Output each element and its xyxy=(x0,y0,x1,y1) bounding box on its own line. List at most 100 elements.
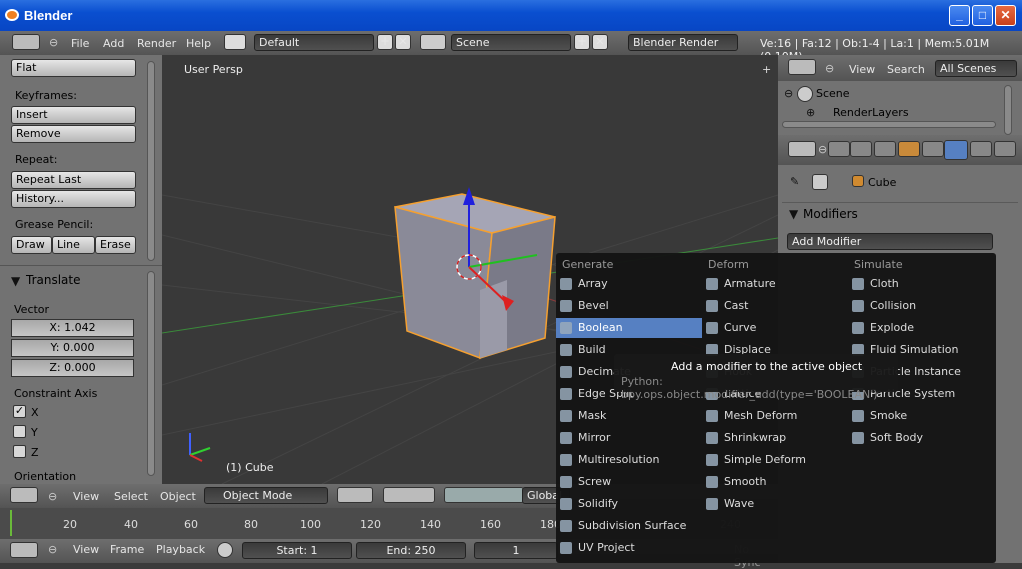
menu-view[interactable]: View xyxy=(849,63,875,76)
menu-object[interactable]: Object xyxy=(160,490,196,503)
collapse-icon[interactable]: ⊖ xyxy=(825,62,834,75)
delete-scene-icon[interactable]: ✕ xyxy=(592,34,608,50)
minimize-button[interactable]: _ xyxy=(949,5,970,26)
modifier-uv-project-item[interactable]: UV Project xyxy=(556,538,702,558)
collapse-icon[interactable]: ⊖ xyxy=(818,143,827,156)
modifier-shrinkwrap-item[interactable]: Shrinkwrap xyxy=(702,428,848,448)
modifier-multiresolution-item[interactable]: Multiresolution xyxy=(556,450,702,470)
object-tab-icon[interactable] xyxy=(898,141,920,157)
modifier-armature-item[interactable]: Armature xyxy=(702,274,848,294)
remove-keyframe-button[interactable]: Remove xyxy=(11,125,136,143)
modifier-collision-item[interactable]: Collision xyxy=(848,296,994,316)
mode-select[interactable]: Object Mode xyxy=(204,487,328,504)
modifier-simple-deform-item[interactable]: Simple Deform xyxy=(702,450,848,470)
menu-view[interactable]: View xyxy=(73,543,99,556)
current-frame-field[interactable]: 1 xyxy=(474,542,558,559)
renderlayers-tab-icon[interactable] xyxy=(850,141,872,157)
editor-type-icon[interactable] xyxy=(788,141,816,157)
insert-keyframe-button[interactable]: Insert xyxy=(11,106,136,124)
menu-playback[interactable]: Playback xyxy=(156,543,205,556)
modifier-screw-item[interactable]: Screw xyxy=(556,472,702,492)
grease-line-button[interactable]: Line xyxy=(52,236,95,254)
constraint-z-checkbox[interactable] xyxy=(13,445,26,458)
outliner-vscrollbar[interactable] xyxy=(1004,85,1012,135)
constraint-x-checkbox[interactable]: ✓ xyxy=(13,405,26,418)
modifier-smoke-item[interactable]: Smoke xyxy=(848,406,994,426)
cube-mesh[interactable] xyxy=(394,193,556,360)
viewport-corner-icon[interactable]: + xyxy=(762,63,771,76)
collapse-icon[interactable]: ⊖ xyxy=(48,490,57,503)
add-modifier-button[interactable]: Add Modifier xyxy=(787,233,993,250)
grease-erase-button[interactable]: Erase xyxy=(95,236,136,254)
menu-view[interactable]: View xyxy=(73,490,99,503)
outliner-filter-select[interactable]: All Scenes xyxy=(935,60,1017,77)
vector-x-field[interactable]: X: 1.042 xyxy=(11,319,134,337)
modifier-bevel-item[interactable]: Bevel xyxy=(556,296,702,316)
vector-z-field[interactable]: Z: 0.000 xyxy=(11,359,134,377)
scene-field[interactable]: Scene xyxy=(451,34,571,51)
operator-scrollbar[interactable] xyxy=(147,271,155,476)
modifier-mirror-item[interactable]: Mirror xyxy=(556,428,702,448)
render-tab-icon[interactable] xyxy=(828,141,850,157)
modifiers-tab-icon[interactable] xyxy=(944,140,968,160)
collapse-icon[interactable]: ⊖ xyxy=(49,36,58,49)
modifier-solidify-item[interactable]: Solidify xyxy=(556,494,702,514)
scene-icon[interactable] xyxy=(420,34,446,50)
shading-flat-button[interactable]: Flat xyxy=(11,59,136,77)
modifier-cast-item[interactable]: Cast xyxy=(702,296,848,316)
maximize-button[interactable]: □ xyxy=(972,5,993,26)
add-layout-icon[interactable]: + xyxy=(377,34,393,50)
modifier-boolean-item[interactable]: Boolean xyxy=(556,318,702,338)
modifier-soft-body-item[interactable]: Soft Body xyxy=(848,428,994,448)
editor-type-icon[interactable] xyxy=(12,34,40,50)
repeat-last-button[interactable]: Repeat Last xyxy=(11,171,136,189)
modifier-smooth-item[interactable]: Smooth xyxy=(702,472,848,492)
start-frame-field[interactable]: Start: 1 xyxy=(242,542,352,559)
material-tab-icon[interactable] xyxy=(994,141,1016,157)
menu-file[interactable]: File xyxy=(71,37,89,50)
renderlayers-expand-icon[interactable]: ⊕ xyxy=(806,106,815,119)
current-frame-marker[interactable] xyxy=(10,510,12,536)
outliner-hscrollbar[interactable] xyxy=(782,121,996,128)
pin-icon[interactable]: ✎ xyxy=(790,175,799,188)
modifier-curve-item[interactable]: Curve xyxy=(702,318,848,338)
modifier-mesh-deform-item[interactable]: Mesh Deform xyxy=(702,406,848,426)
outliner-scene[interactable]: Scene xyxy=(816,87,850,100)
modifier-array-item[interactable]: Array xyxy=(556,274,702,294)
editor-type-icon[interactable] xyxy=(10,542,38,558)
end-frame-field[interactable]: End: 250 xyxy=(356,542,466,559)
constraint-y-checkbox[interactable] xyxy=(13,425,26,438)
menu-render[interactable]: Render xyxy=(137,37,176,50)
render-engine-select[interactable]: Blender Render xyxy=(628,34,738,51)
close-button[interactable]: ✕ xyxy=(995,5,1016,26)
delete-layout-icon[interactable]: ✕ xyxy=(395,34,411,50)
scene-expand-icon[interactable]: ⊖ xyxy=(784,87,793,100)
editor-type-icon[interactable] xyxy=(788,59,816,75)
modifier-wave-item[interactable]: Wave xyxy=(702,494,848,514)
modifier-mask-item[interactable]: Mask xyxy=(556,406,702,426)
modifiers-collapse-icon[interactable]: ▼ xyxy=(789,207,798,221)
vector-y-field[interactable]: Y: 0.000 xyxy=(11,339,134,357)
modifier-explode-item[interactable]: Explode xyxy=(848,318,994,338)
record-icon[interactable] xyxy=(217,542,233,558)
menu-search[interactable]: Search xyxy=(887,63,925,76)
pivot-select-icon[interactable] xyxy=(383,487,435,503)
menu-select[interactable]: Select xyxy=(114,490,148,503)
layout-icon[interactable] xyxy=(224,34,246,50)
menu-help[interactable]: Help xyxy=(186,37,211,50)
modifier-cloth-item[interactable]: Cloth xyxy=(848,274,994,294)
modifier-subdivision-surface-item[interactable]: Subdivision Surface xyxy=(556,516,702,536)
timeline[interactable]: 20 40 60 80 100 120 140 160 180 xyxy=(0,508,561,539)
world-tab-icon[interactable] xyxy=(874,141,896,157)
layout-field[interactable]: Default xyxy=(254,34,374,51)
constraints-tab-icon[interactable] xyxy=(922,141,944,157)
data-tab-icon[interactable] xyxy=(970,141,992,157)
outliner-renderlayers[interactable]: RenderLayers xyxy=(833,106,909,119)
shading-select-icon[interactable] xyxy=(337,487,373,503)
collapse-icon[interactable]: ⊖ xyxy=(48,543,57,556)
history-button[interactable]: History... xyxy=(11,190,136,208)
add-scene-icon[interactable]: + xyxy=(574,34,590,50)
grease-draw-button[interactable]: Draw xyxy=(11,236,52,254)
editor-type-icon[interactable] xyxy=(10,487,38,503)
operator-collapse-icon[interactable]: ▼ xyxy=(11,274,20,288)
